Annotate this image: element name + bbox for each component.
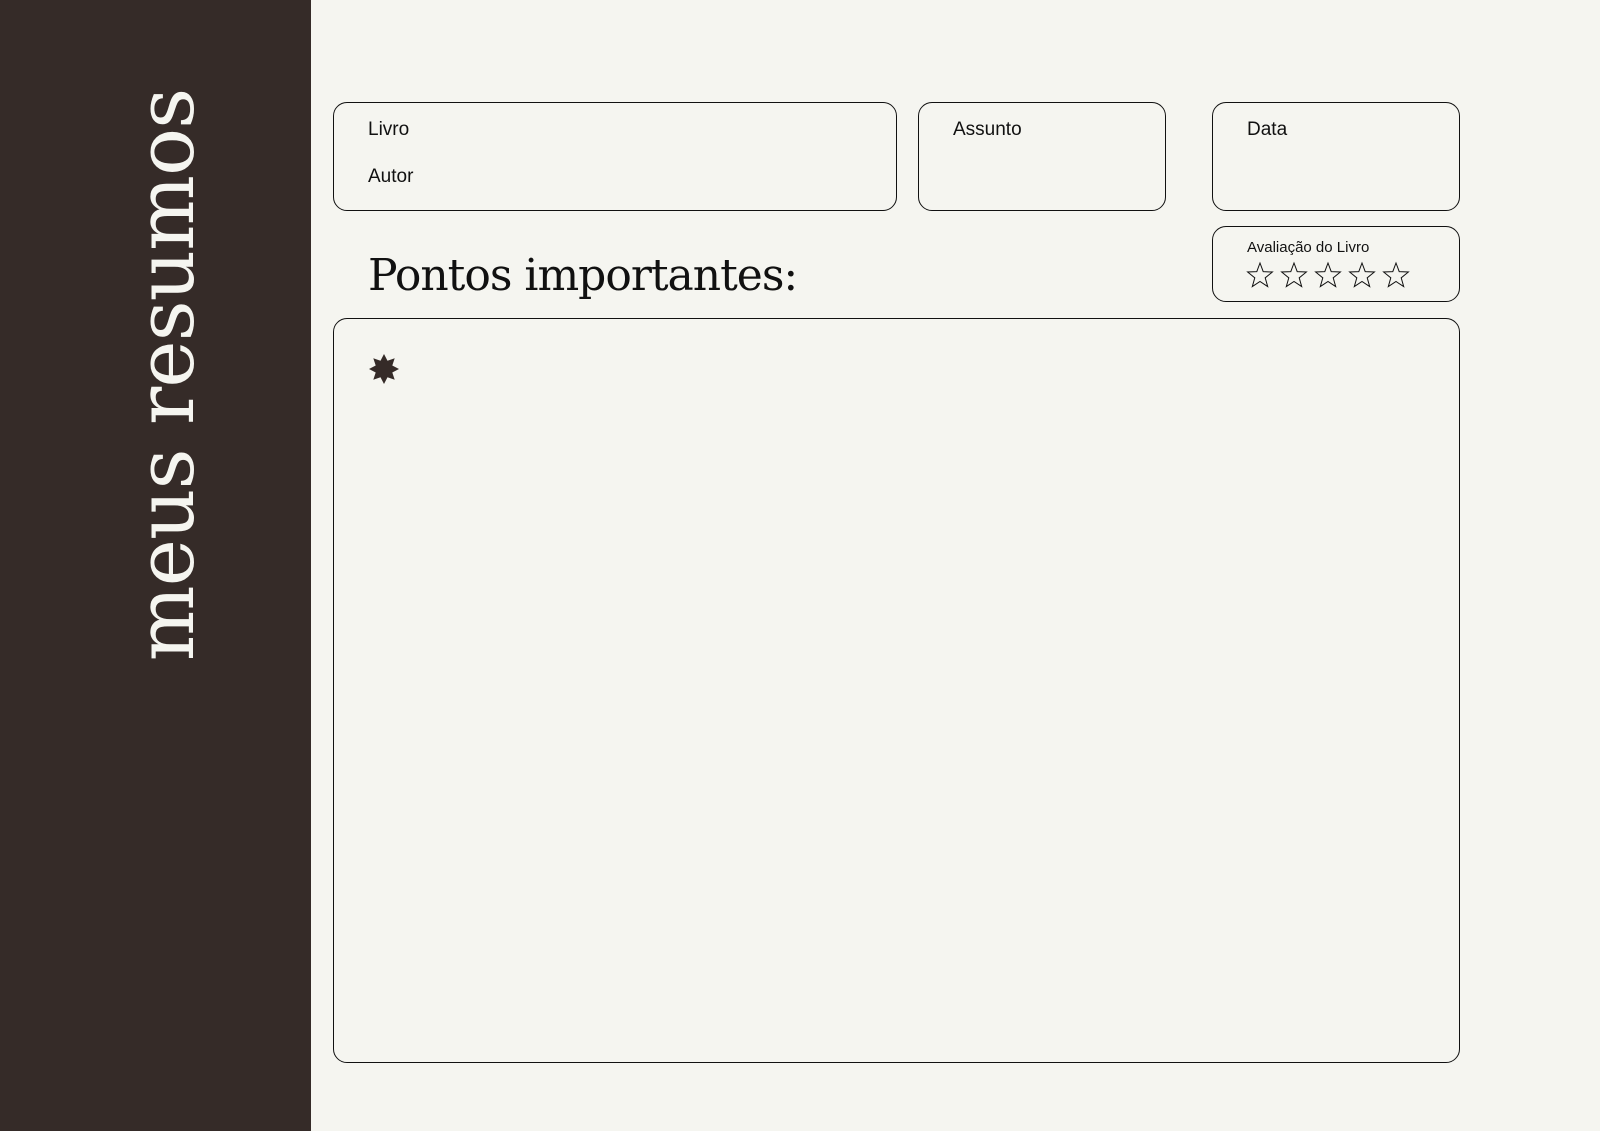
section-title: Pontos importantes:	[368, 250, 798, 301]
subject-box: Assunto	[918, 102, 1166, 211]
book-info-box: Livro Autor	[333, 102, 897, 211]
sidebar-title: meus resumos	[119, 88, 212, 662]
book-label: Livro	[368, 119, 410, 140]
date-label: Data	[1247, 119, 1288, 140]
star-outline-icon[interactable]	[1382, 261, 1410, 289]
rating-label: Avaliação do Livro	[1247, 239, 1370, 256]
star-outline-icon[interactable]	[1314, 261, 1342, 289]
author-label: Autor	[368, 166, 414, 187]
subject-label: Assunto	[953, 119, 1022, 140]
star-outline-icon[interactable]	[1348, 261, 1376, 289]
star-bullet-icon	[369, 354, 399, 384]
rating-stars	[1246, 261, 1410, 289]
rating-box: Avaliação do Livro	[1212, 226, 1460, 302]
star-outline-icon[interactable]	[1280, 261, 1308, 289]
sidebar: meus resumos	[0, 0, 311, 1131]
notes-area[interactable]	[333, 318, 1460, 1063]
date-box: Data	[1212, 102, 1460, 211]
star-outline-icon[interactable]	[1246, 261, 1274, 289]
